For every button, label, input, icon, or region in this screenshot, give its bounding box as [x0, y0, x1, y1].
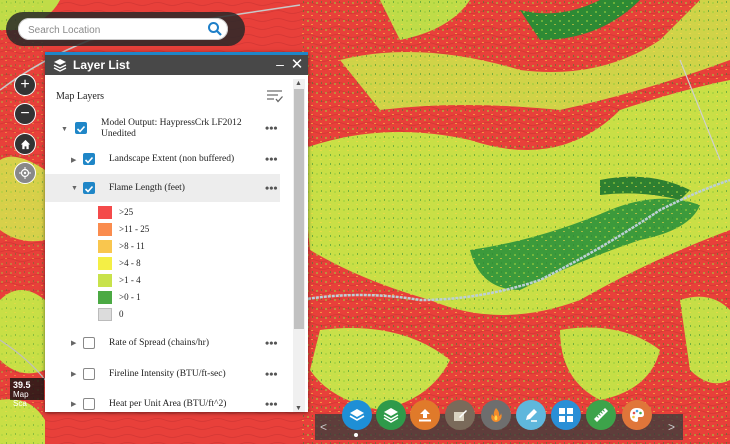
legend-swatch [98, 308, 112, 321]
scrollbar[interactable]: ▲ ▼ [293, 79, 305, 412]
legend-item: >0 - 1 [98, 291, 288, 305]
layer-label: Fireline Intensity (BTU/ft-sec) [109, 369, 226, 379]
layers-icon [53, 57, 67, 73]
layer-label: Rate of Spread (chains/hr) [109, 338, 209, 348]
more-options-icon[interactable]: ••• [265, 121, 278, 136]
chevron-right-icon[interactable]: > [668, 420, 675, 434]
legend-item: >25 [98, 206, 288, 220]
minimize-icon[interactable]: – [273, 55, 287, 75]
measure-tool-button[interactable] [586, 400, 616, 430]
palette-icon [630, 408, 644, 422]
legend-swatch [98, 206, 112, 219]
scale-label: Map Sca [13, 390, 29, 408]
edit-icon [454, 410, 467, 421]
legend-item: >8 - 11 [98, 240, 288, 254]
home-button[interactable] [14, 133, 36, 155]
scale-bar: 39.5 Map Sca [10, 378, 44, 408]
layer-label: Flame Length (feet) [109, 183, 185, 193]
panel-header: Layer List – ✕ [45, 55, 308, 75]
layer-list-panel: Layer List – ✕ Map Layers ▼ Model Output… [45, 52, 308, 412]
upload-icon [419, 409, 431, 422]
collapse-caret-icon[interactable]: ▼ [61, 125, 68, 133]
zoom-in-button[interactable]: + [14, 74, 36, 96]
search-input[interactable] [26, 18, 200, 42]
legend-label: >25 [119, 207, 134, 217]
legend-label: >1 - 4 [119, 275, 141, 285]
legend-label: >4 - 8 [119, 258, 141, 268]
basemap-icon [383, 408, 399, 423]
legend-swatch [98, 291, 112, 304]
layer-label: Model Output: HaypressCrk LF2012 [101, 118, 242, 128]
legend-item: >4 - 8 [98, 257, 288, 271]
more-options-icon[interactable]: ••• [265, 336, 278, 351]
draw-tool-button[interactable] [516, 400, 546, 430]
grid-icon [559, 408, 573, 422]
layer-row-model-output[interactable]: ▼ Model Output: HaypressCrk LF2012 Unedi… [45, 115, 280, 145]
legend-item: >11 - 25 [98, 223, 288, 237]
layer-checkbox[interactable] [83, 368, 95, 380]
legend-item: 0 [98, 308, 288, 322]
scrollbar-thumb[interactable] [294, 89, 304, 329]
scale-value: 39.5 [13, 380, 31, 390]
search-icon[interactable] [206, 20, 224, 38]
layer-checkbox[interactable] [83, 398, 95, 410]
more-options-icon[interactable]: ••• [265, 367, 278, 382]
more-options-icon[interactable]: ••• [265, 152, 278, 167]
layer-label: Landscape Extent (non buffered) [109, 154, 235, 164]
expand-caret-icon[interactable]: ▶ [71, 156, 76, 164]
layer-row-fireline-intensity[interactable]: ▶ Fireline Intensity (BTU/ft-sec) ••• [45, 360, 280, 388]
fire-tool-button[interactable] [481, 400, 511, 430]
zoom-out-button[interactable]: − [14, 103, 36, 125]
panel-title: Layer List [73, 58, 130, 72]
legend-label: 0 [119, 309, 124, 319]
scroll-up-icon[interactable]: ▲ [295, 79, 302, 87]
expand-caret-icon[interactable]: ▶ [71, 339, 76, 347]
layer-label: Heat per Unit Area (BTU/ft^2) [109, 399, 227, 409]
layer-row-landscape-extent[interactable]: ▶ Landscape Extent (non buffered) ••• [45, 147, 280, 173]
collapse-caret-icon[interactable]: ▼ [71, 184, 78, 192]
section-title: Map Layers [56, 91, 105, 102]
search-box [18, 18, 228, 42]
layer-checkbox[interactable] [83, 182, 95, 194]
close-icon[interactable]: ✕ [290, 55, 304, 75]
legend-swatch [98, 223, 112, 236]
fire-icon [491, 408, 502, 422]
legend-item: >1 - 4 [98, 274, 288, 288]
legend-label: >0 - 1 [119, 292, 141, 302]
panel-body: Map Layers ▼ Model Output: HaypressCrk L… [45, 75, 308, 412]
more-options-icon[interactable]: ••• [265, 181, 278, 196]
layer-row-rate-of-spread[interactable]: ▶ Rate of Spread (chains/hr) ••• [45, 329, 280, 357]
layer-checkbox[interactable] [83, 153, 95, 165]
upload-tool-button[interactable] [410, 400, 440, 430]
home-icon [20, 139, 30, 149]
layers-icon [349, 409, 365, 421]
layer-row-flame-length[interactable]: ▼ Flame Length (feet) ••• [45, 174, 280, 202]
ruler-icon [594, 408, 608, 422]
legend-swatch [98, 240, 112, 253]
locate-button[interactable] [14, 162, 36, 184]
more-options-icon[interactable]: ••• [265, 397, 278, 412]
draw-icon [526, 409, 537, 422]
legend-swatch [98, 257, 112, 270]
search-container [6, 12, 245, 46]
layer-list-tool-button[interactable] [342, 400, 372, 430]
layer-label-line2: Unedited [101, 129, 136, 139]
legend-swatch [98, 274, 112, 287]
basemap-tool-button[interactable] [376, 400, 406, 430]
layer-checkbox[interactable] [83, 337, 95, 349]
chevron-left-icon[interactable]: < [320, 420, 327, 434]
palette-tool-button[interactable] [622, 400, 652, 430]
expand-caret-icon[interactable]: ▶ [71, 370, 76, 378]
legend-label: >11 - 25 [119, 224, 150, 234]
expand-caret-icon[interactable]: ▶ [71, 400, 76, 408]
layer-checkbox[interactable] [75, 122, 87, 134]
edit-tool-button[interactable] [445, 400, 475, 430]
grid-tool-button[interactable] [551, 400, 581, 430]
active-tool-indicator [354, 433, 358, 437]
filter-list-icon[interactable] [266, 88, 284, 104]
layer-row-heat-per-unit-area[interactable]: ▶ Heat per Unit Area (BTU/ft^2) ••• [45, 390, 280, 412]
scroll-down-icon[interactable]: ▼ [295, 404, 302, 412]
legend-label: >8 - 11 [119, 241, 145, 251]
locate-icon [19, 167, 31, 179]
